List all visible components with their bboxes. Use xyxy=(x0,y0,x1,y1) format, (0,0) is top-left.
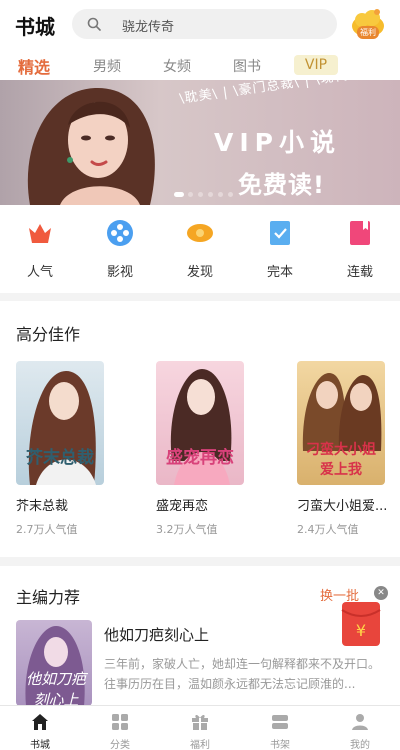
carousel-dot[interactable] xyxy=(208,192,213,197)
book-description: 三年前，家破人亡，她却连一句解释都来不及开口。往事历历在目，温如颜永远都无法忘记… xyxy=(104,657,381,691)
tab-label: 福利 xyxy=(190,740,210,750)
film-icon xyxy=(107,220,133,246)
tab-label: 分类 xyxy=(110,740,130,750)
bottom-tab-bar: 书城 分类 福利 书架 我的 xyxy=(0,705,400,750)
eye-icon xyxy=(187,224,213,242)
high-score-section: 高分佳作 芥末总裁 芥末总裁 2.7万人气值 盛宠再恋 盛宠再恋 3.2万人气值 xyxy=(0,301,400,557)
carousel-dot[interactable] xyxy=(188,192,193,197)
section-title: 高分佳作 xyxy=(16,325,81,344)
tab-welfare[interactable]: 福利 xyxy=(175,710,225,750)
carousel-indicator xyxy=(174,192,234,198)
banner-slogan: \耽美\ | \豪门总裁\ | \现代都市\ xyxy=(178,80,383,107)
quick-link-label: 发现 xyxy=(186,265,213,280)
search-input[interactable]: 骁龙传奇 xyxy=(72,9,337,39)
svg-text:¥: ¥ xyxy=(356,621,366,640)
quick-link-discover[interactable]: 发现 xyxy=(170,219,230,283)
quick-link-label: 人气 xyxy=(26,265,53,280)
quick-link-popular[interactable]: 人气 xyxy=(10,219,70,283)
tab-label: 书城 xyxy=(30,740,50,750)
grid-icon xyxy=(112,714,128,730)
tab-label: 书架 xyxy=(270,740,290,750)
tab-featured[interactable]: 精选 xyxy=(18,54,50,78)
bookshelf-icon xyxy=(272,715,288,729)
banner-subtitle: 免费读! xyxy=(238,171,325,199)
bookmark-icon xyxy=(350,221,370,245)
gift-icon xyxy=(192,714,208,730)
carousel-dot[interactable] xyxy=(218,192,223,197)
tab-female[interactable]: 女频 xyxy=(163,56,191,76)
tab-books[interactable]: 图书 xyxy=(233,56,261,76)
book-cover: 芥末总裁 xyxy=(16,361,104,485)
book-cover[interactable]: 他如刀疤刻心上 xyxy=(16,620,92,706)
quick-link-label: 连载 xyxy=(346,265,373,280)
cover-title: 他如刀疤刻心上 xyxy=(25,670,86,706)
book-popularity: 3.2万人气值 xyxy=(156,523,218,536)
editor-pick-section: 主编力荐 换一批 ¥ ✕ 他如刀疤刻心上 他如刀疤刻心上 三年前，家破人亡，她却… xyxy=(0,566,400,706)
welfare-badge: 福利 xyxy=(357,26,379,39)
search-placeholder: 骁龙传奇 xyxy=(122,20,175,35)
quick-link-label: 影视 xyxy=(106,265,133,280)
book-popularity: 2.7万人气值 xyxy=(16,523,78,536)
tab-male[interactable]: 男频 xyxy=(93,56,121,76)
header: 书城 骁龙传奇 福利 xyxy=(0,0,400,50)
carousel-dot[interactable] xyxy=(198,192,203,197)
book-cover: 刁蛮大小姐爱上我 xyxy=(297,361,385,485)
book-title: 盛宠再恋 xyxy=(156,499,209,514)
banner-portrait-image xyxy=(27,87,155,205)
cover-title: 芥末总裁 xyxy=(26,448,94,468)
book-title[interactable]: 他如刀疤刻心上 xyxy=(104,624,209,645)
red-packet-icon[interactable]: ¥ xyxy=(340,592,388,648)
tab-bookshelf[interactable]: 书架 xyxy=(255,710,305,750)
crown-icon xyxy=(29,224,51,243)
book-title: 刁蛮大小姐爱... xyxy=(297,499,388,514)
person-icon xyxy=(352,714,368,730)
promo-banner[interactable]: \耽美\ | \豪门总裁\ | \现代都市\ VIP小说 免费读! xyxy=(0,80,400,205)
tab-mine[interactable]: 我的 xyxy=(335,710,385,750)
search-icon xyxy=(87,17,101,31)
tab-category[interactable]: 分类 xyxy=(95,710,145,750)
book-cover: 盛宠再恋 xyxy=(156,361,244,485)
quick-link-film[interactable]: 影视 xyxy=(90,219,150,283)
quick-links: 人气 影视 发现 完本 连载 xyxy=(0,205,400,293)
carousel-dot[interactable] xyxy=(228,192,233,197)
tab-vip[interactable]: VIP xyxy=(294,55,338,75)
cover-title: 刁蛮大小姐爱上我 xyxy=(306,442,376,478)
banner-title: VIP小说 xyxy=(214,128,341,157)
category-tabs: 精选 男频 女频 图书 xyxy=(0,52,400,80)
tab-bookstore[interactable]: 书城 xyxy=(15,710,65,750)
book-complete-icon xyxy=(270,221,290,245)
carousel-dot-active[interactable] xyxy=(174,192,184,197)
close-icon[interactable]: ✕ xyxy=(374,586,388,600)
book-popularity: 2.4万人气值 xyxy=(297,523,359,536)
cover-title: 盛宠再恋 xyxy=(166,448,234,468)
home-icon xyxy=(32,714,48,730)
section-title: 主编力荐 xyxy=(16,588,81,607)
book-title: 芥末总裁 xyxy=(16,499,69,514)
page-title: 书城 xyxy=(15,15,55,39)
tab-label: 我的 xyxy=(350,740,370,750)
quick-link-complete[interactable]: 完本 xyxy=(250,219,310,283)
quick-link-label: 完本 xyxy=(266,265,293,280)
quick-link-serial[interactable]: 连载 xyxy=(330,219,390,283)
